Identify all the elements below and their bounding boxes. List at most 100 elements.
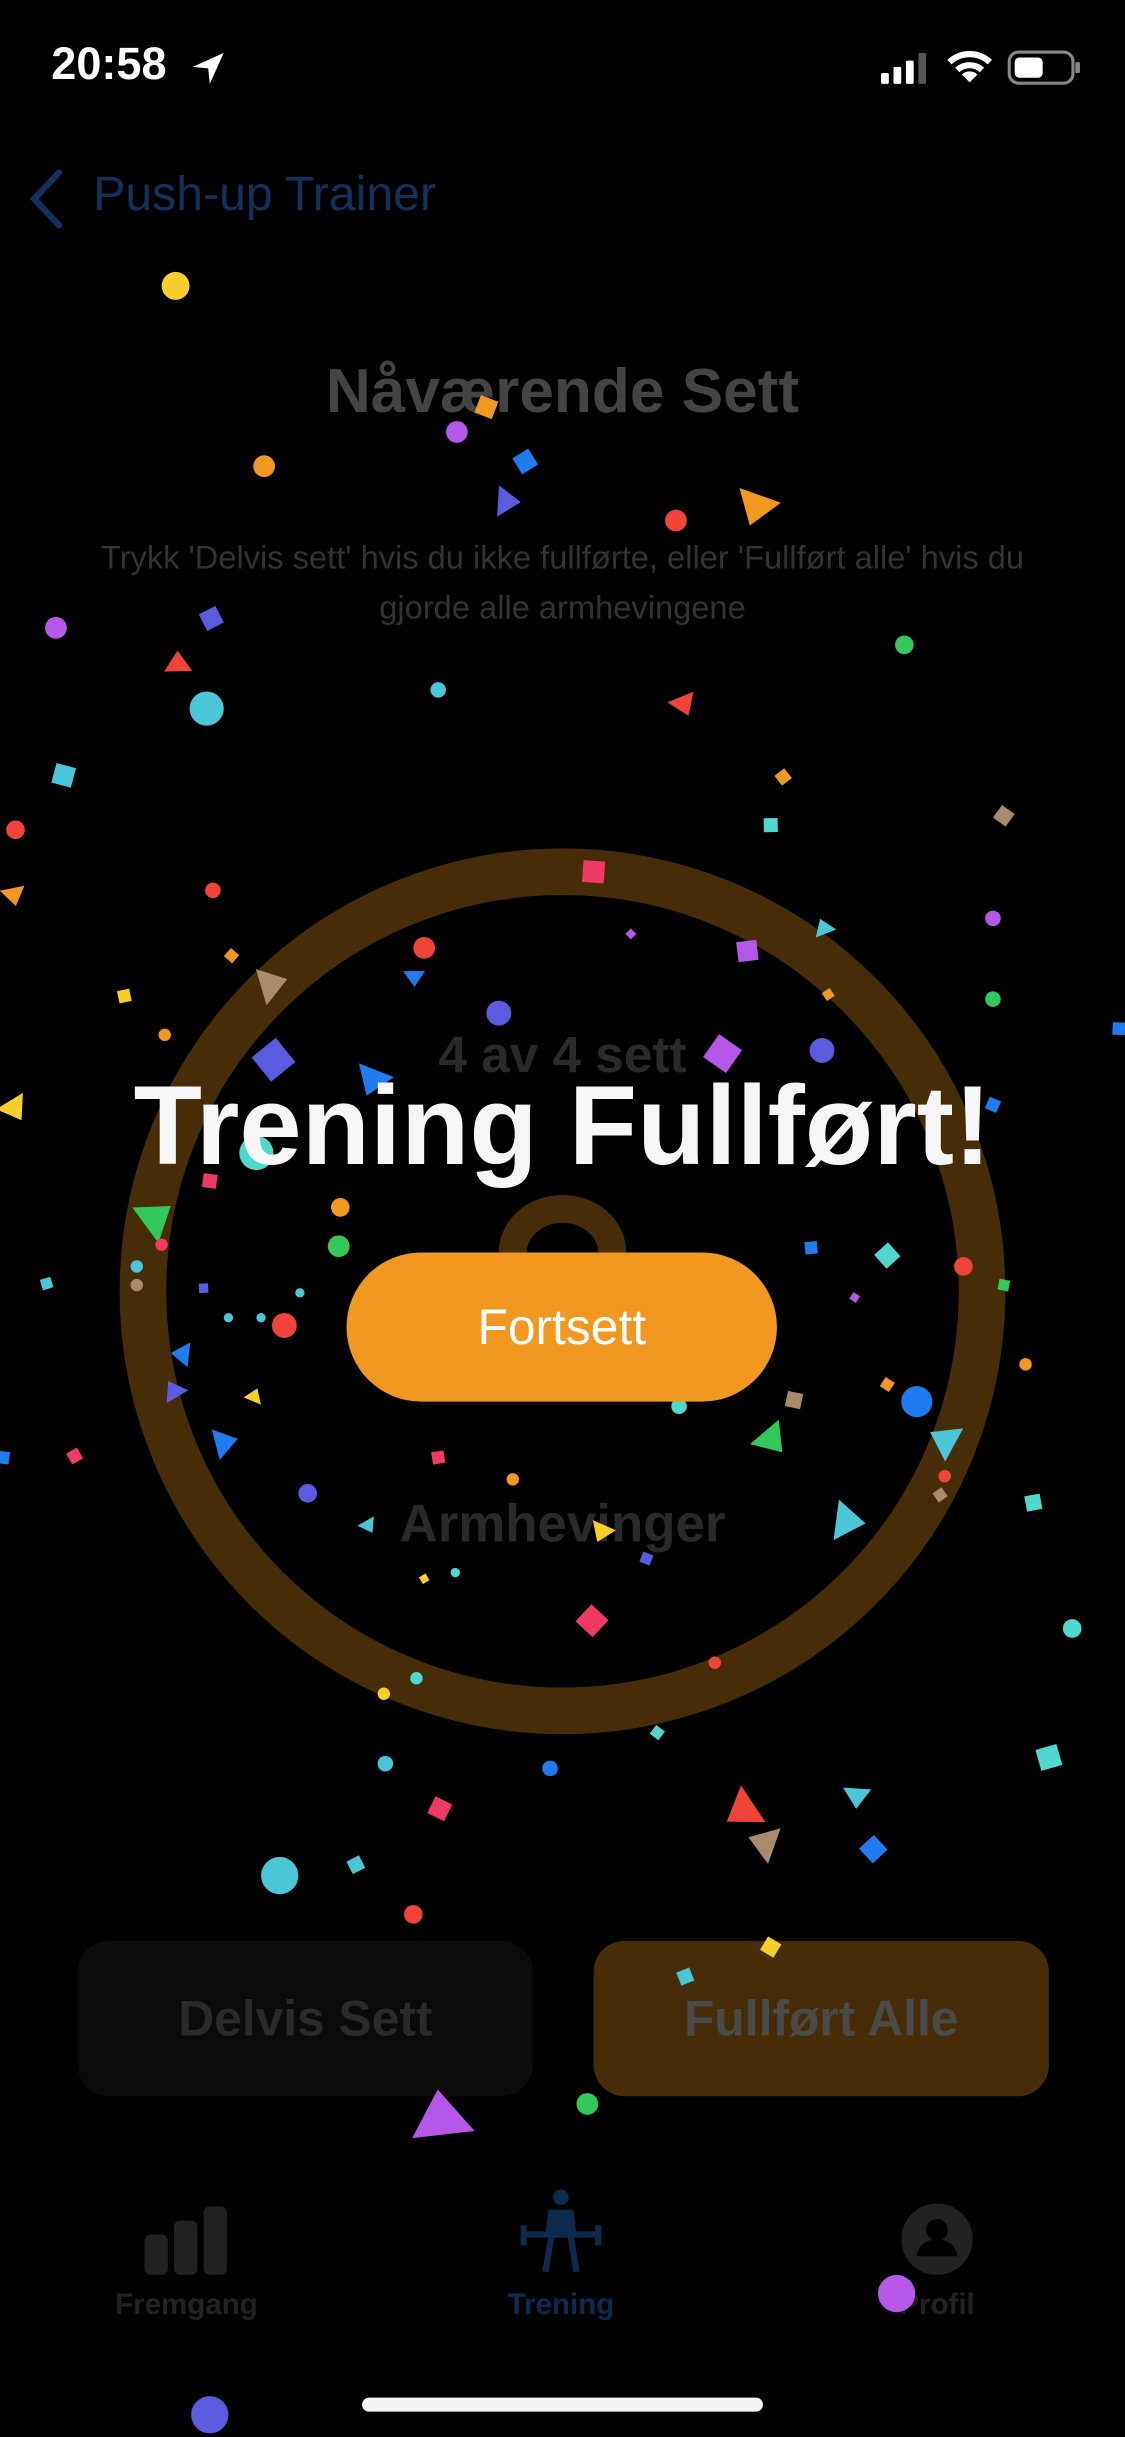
confetti-piece xyxy=(575,1604,609,1638)
confetti-piece xyxy=(346,1855,366,1875)
confetti-piece xyxy=(542,1760,558,1777)
confetti-piece xyxy=(708,1656,722,1669)
confetti-piece xyxy=(155,1238,168,1251)
confetti-piece xyxy=(1019,1358,1032,1371)
confetti-piece xyxy=(750,1419,783,1453)
workout-complete-title: Trening Fullført! xyxy=(133,1064,992,1189)
confetti-piece xyxy=(39,1276,54,1291)
confetti-piece xyxy=(130,1278,143,1292)
confetti-piece xyxy=(486,1000,512,1026)
confetti-piece xyxy=(255,969,288,1006)
confetti-piece xyxy=(132,1205,171,1243)
confetti-piece xyxy=(166,1381,189,1404)
confetti-piece xyxy=(116,988,132,1004)
confetti-piece xyxy=(403,970,426,987)
confetti-piece xyxy=(445,421,468,443)
confetti-piece xyxy=(327,1235,350,1258)
confetti-piece xyxy=(625,928,637,940)
confetti-piece xyxy=(592,1520,616,1542)
confetti-piece xyxy=(377,1687,391,1700)
confetti-piece xyxy=(0,1450,11,1465)
confetti-layer xyxy=(0,271,1125,2434)
confetti-piece xyxy=(474,395,499,420)
confetti-piece xyxy=(404,1905,423,1924)
confetti-piece xyxy=(512,448,539,475)
confetti-piece xyxy=(930,1428,964,1462)
confetti-piece xyxy=(412,2089,475,2139)
confetti-piece xyxy=(295,1288,305,1298)
confetti-piece xyxy=(992,804,1015,827)
confetti-piece xyxy=(377,1755,394,1772)
confetti-piece xyxy=(161,271,190,300)
confetti-piece xyxy=(506,1473,520,1486)
confetti-piece xyxy=(879,1377,895,1393)
confetti-piece xyxy=(431,1450,446,1465)
continue-button[interactable]: Fortsett xyxy=(346,1252,777,1402)
confetti-piece xyxy=(938,1469,951,1483)
confetti-piece xyxy=(736,939,759,963)
confetti-piece xyxy=(357,1516,374,1533)
confetti-piece xyxy=(676,1967,695,1986)
confetti-piece xyxy=(298,1483,317,1503)
confetti-piece xyxy=(748,1828,781,1864)
confetti-piece xyxy=(450,1567,460,1578)
confetti-piece xyxy=(774,768,792,786)
confetti-piece xyxy=(1062,1619,1082,1638)
confetti-piece xyxy=(271,1313,297,1338)
confetti-piece xyxy=(418,1573,430,1585)
confetti-piece xyxy=(211,1429,238,1460)
confetti-piece xyxy=(667,691,694,716)
confetti-piece xyxy=(849,1292,860,1303)
confetti-piece xyxy=(1112,1022,1125,1036)
screen: 20:58 Push-up Trainer Nåværende Sett Try… xyxy=(0,0,1125,2437)
confetti-piece xyxy=(6,820,25,840)
confetti-piece xyxy=(253,455,276,478)
confetti-piece xyxy=(243,1388,261,1405)
confetti-piece xyxy=(874,1242,901,1269)
confetti-piece xyxy=(51,763,77,788)
confetti-piece xyxy=(895,635,914,655)
confetti-piece xyxy=(223,947,240,964)
confetti-piece xyxy=(833,1499,866,1541)
confetti-piece xyxy=(158,1028,171,1042)
confetti-piece xyxy=(66,1447,84,1465)
confetti-piece xyxy=(130,1260,143,1273)
confetti-piece xyxy=(997,1278,1011,1292)
confetti-piece xyxy=(427,1796,453,1822)
confetti-piece xyxy=(843,1787,872,1809)
confetti-piece xyxy=(1035,1744,1063,1771)
confetti-piece xyxy=(665,509,687,532)
confetti-piece xyxy=(410,1671,423,1685)
confetti-piece xyxy=(739,488,781,526)
confetti-piece xyxy=(985,991,1001,1007)
confetti-piece xyxy=(413,937,436,959)
confetti-piece xyxy=(859,1834,888,1864)
confetti-piece xyxy=(804,1241,818,1255)
confetti-piece xyxy=(576,2093,599,2115)
confetti-piece xyxy=(261,1856,299,1895)
confetti-piece xyxy=(330,1198,350,1217)
confetti-piece xyxy=(223,1313,234,1323)
confetti-piece xyxy=(649,1724,665,1741)
confetti-piece xyxy=(784,1390,804,1410)
confetti-piece xyxy=(0,885,25,907)
confetti-piece xyxy=(164,650,193,672)
confetti-piece xyxy=(815,918,837,938)
confetti-piece xyxy=(256,1313,266,1323)
confetti-piece xyxy=(821,988,835,1001)
confetti-piece xyxy=(877,2274,916,2313)
confetti-piece xyxy=(760,1936,782,1958)
confetti-piece xyxy=(45,616,67,639)
confetti-piece xyxy=(1024,1493,1043,1512)
confetti-piece xyxy=(809,1038,835,1063)
confetti-piece xyxy=(726,1785,766,1823)
confetti-piece xyxy=(639,1551,654,1566)
confetti-piece xyxy=(198,605,224,631)
confetti-piece xyxy=(497,485,521,517)
confetti-piece xyxy=(191,2396,229,2434)
confetti-piece xyxy=(198,1283,209,1294)
confetti-piece xyxy=(901,1386,933,1418)
confetti-piece xyxy=(170,1342,191,1368)
confetti-piece xyxy=(189,691,224,726)
confetti-piece xyxy=(932,1487,948,1503)
